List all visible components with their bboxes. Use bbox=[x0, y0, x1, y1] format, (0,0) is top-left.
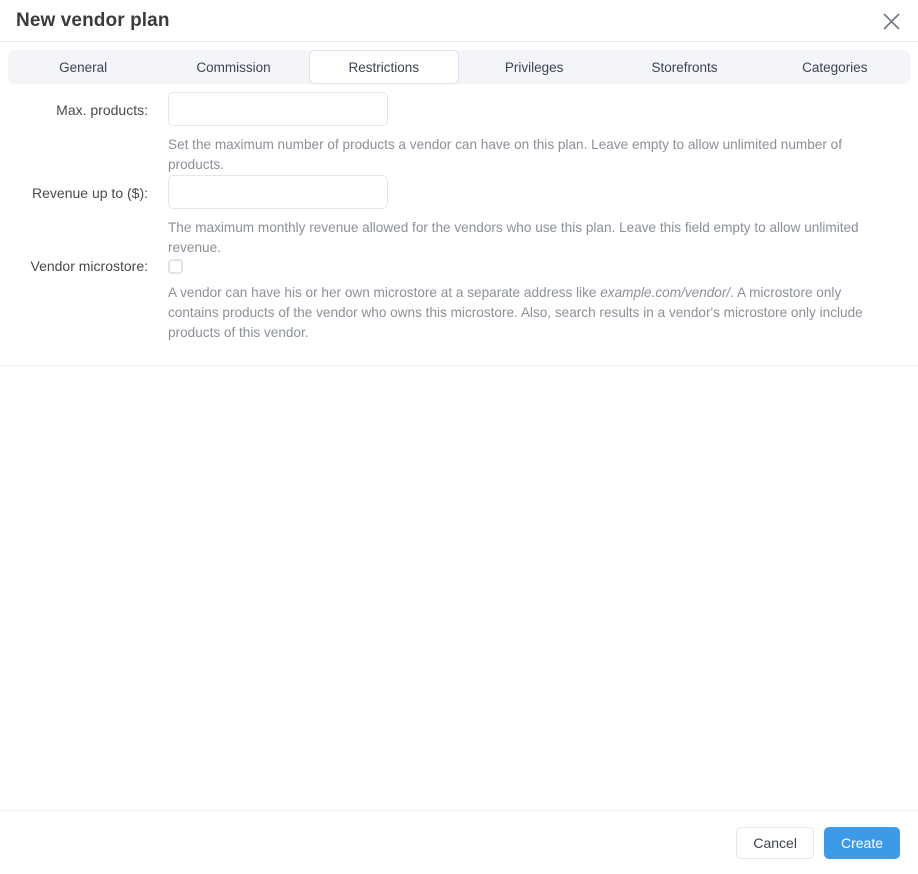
close-icon bbox=[883, 13, 900, 30]
dialog-footer: Cancel Create bbox=[0, 810, 918, 874]
max-products-help-text: Set the maximum number of products a ven… bbox=[168, 137, 843, 172]
field-row-vendor-microstore: Vendor microstore: A vendor can have his… bbox=[0, 258, 918, 343]
vendor-microstore-checkbox-holder bbox=[168, 258, 904, 274]
revenue-up-to-field-group: The maximum monthly revenue allowed for … bbox=[168, 175, 904, 258]
new-vendor-plan-dialog: New vendor plan General Commission Restr… bbox=[0, 0, 918, 874]
page-title: New vendor plan bbox=[16, 10, 170, 31]
field-row-revenue-up-to: Revenue up to ($): The maximum monthly r… bbox=[0, 175, 918, 258]
vendor-microstore-label: Vendor microstore: bbox=[30, 258, 149, 274]
vendor-microstore-help-text: A vendor can have his or her own microst… bbox=[168, 283, 886, 343]
vendor-microstore-field-group: A vendor can have his or her own microst… bbox=[168, 258, 904, 343]
revenue-up-to-input[interactable] bbox=[168, 175, 388, 209]
cancel-button[interactable]: Cancel bbox=[736, 826, 814, 859]
microstore-help-part1: A vendor can have his or her own microst… bbox=[168, 285, 601, 300]
revenue-up-to-label: Revenue up to ($): bbox=[32, 185, 148, 201]
revenue-up-to-help-text: The maximum monthly revenue allowed for … bbox=[168, 220, 859, 255]
max-products-field-group: Set the maximum number of products a ven… bbox=[168, 92, 904, 175]
tabs-container: General Commission Restrictions Privileg… bbox=[0, 42, 918, 84]
close-button[interactable] bbox=[874, 4, 908, 38]
tab-commission[interactable]: Commission bbox=[158, 50, 308, 84]
max-products-input[interactable] bbox=[168, 92, 388, 126]
content-spacer bbox=[0, 366, 918, 810]
restrictions-panel: Max. products: Set the maximum number of… bbox=[0, 84, 918, 366]
field-row-max-products: Max. products: Set the maximum number of… bbox=[0, 92, 918, 175]
vendor-microstore-checkbox[interactable] bbox=[168, 259, 183, 274]
tab-general[interactable]: General bbox=[8, 50, 158, 84]
tab-bar: General Commission Restrictions Privileg… bbox=[8, 50, 910, 84]
microstore-help-example-address: example.com/vendor/ bbox=[600, 285, 731, 300]
tab-privileges[interactable]: Privileges bbox=[459, 50, 609, 84]
tab-storefronts[interactable]: Storefronts bbox=[609, 50, 759, 84]
create-button[interactable]: Create bbox=[823, 826, 900, 859]
max-products-label: Max. products: bbox=[56, 102, 148, 118]
tab-categories[interactable]: Categories bbox=[760, 50, 910, 84]
tab-restrictions[interactable]: Restrictions bbox=[308, 50, 459, 84]
dialog-header: New vendor plan bbox=[0, 0, 918, 42]
